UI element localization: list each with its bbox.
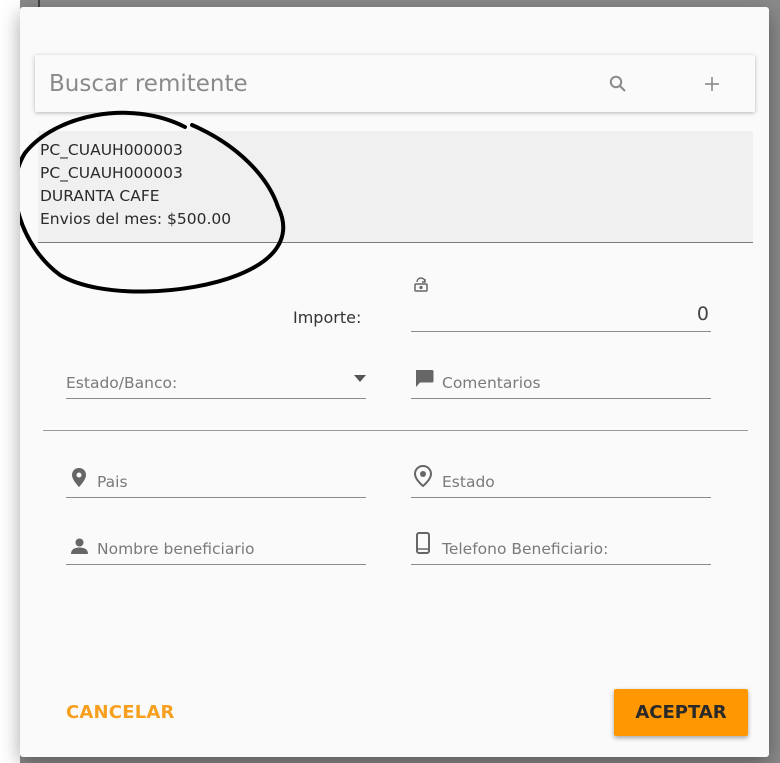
- selected-sender-info: PC_CUAUH000003 PC_CUAUH000003 DURANTA CA…: [38, 131, 753, 243]
- person-icon: [71, 538, 88, 558]
- background-window: [0, 0, 20, 763]
- pais-placeholder: Pais: [97, 473, 128, 491]
- nombre-beneficiario-field[interactable]: Nombre beneficiario: [66, 534, 366, 565]
- importe-label: Importe:: [293, 308, 362, 327]
- cancel-button[interactable]: CANCELAR: [66, 702, 175, 723]
- importe-field[interactable]: 0: [411, 301, 711, 332]
- estado-field[interactable]: Estado: [411, 464, 711, 498]
- dropdown-arrow-icon[interactable]: [354, 367, 366, 386]
- nombre-beneficiario-placeholder: Nombre beneficiario: [97, 540, 255, 558]
- plus-icon[interactable]: [704, 76, 720, 96]
- phone-icon: [416, 532, 430, 558]
- sender-monthly-total: Envios del mes: $500.00: [40, 210, 232, 228]
- pais-field[interactable]: Pais: [66, 467, 366, 498]
- sender-name: DURANTA CAFE: [40, 187, 160, 205]
- search-icon[interactable]: [609, 75, 627, 97]
- sender-search-input[interactable]: [49, 68, 569, 100]
- telefono-beneficiario-field[interactable]: Telefono Beneficiario:: [411, 532, 711, 565]
- estado-placeholder: Estado: [442, 473, 495, 491]
- comentarios-placeholder: Comentarios: [442, 374, 541, 392]
- sender-code: PC_CUAUH000003: [40, 141, 183, 159]
- location-pin-icon: [413, 464, 433, 491]
- accept-button[interactable]: ACEPTAR: [614, 689, 748, 736]
- section-divider: [43, 430, 748, 431]
- comentarios-field[interactable]: Comentarios: [411, 368, 711, 399]
- send-dialog: PC_CUAUH000003 PC_CUAUH000003 DURANTA CA…: [20, 7, 769, 757]
- sender-search-bar: [35, 55, 755, 112]
- importe-value: 0: [696, 303, 709, 325]
- telefono-beneficiario-placeholder: Telefono Beneficiario:: [442, 540, 609, 558]
- sender-code-secondary: PC_CUAUH000003: [40, 164, 183, 182]
- estado-banco-label: Estado/Banco:: [66, 374, 178, 392]
- comment-icon: [414, 369, 434, 392]
- estado-banco-select[interactable]: Estado/Banco:: [66, 368, 366, 399]
- location-pin-icon: [72, 468, 86, 491]
- cash-exchange-icon: [413, 277, 429, 297]
